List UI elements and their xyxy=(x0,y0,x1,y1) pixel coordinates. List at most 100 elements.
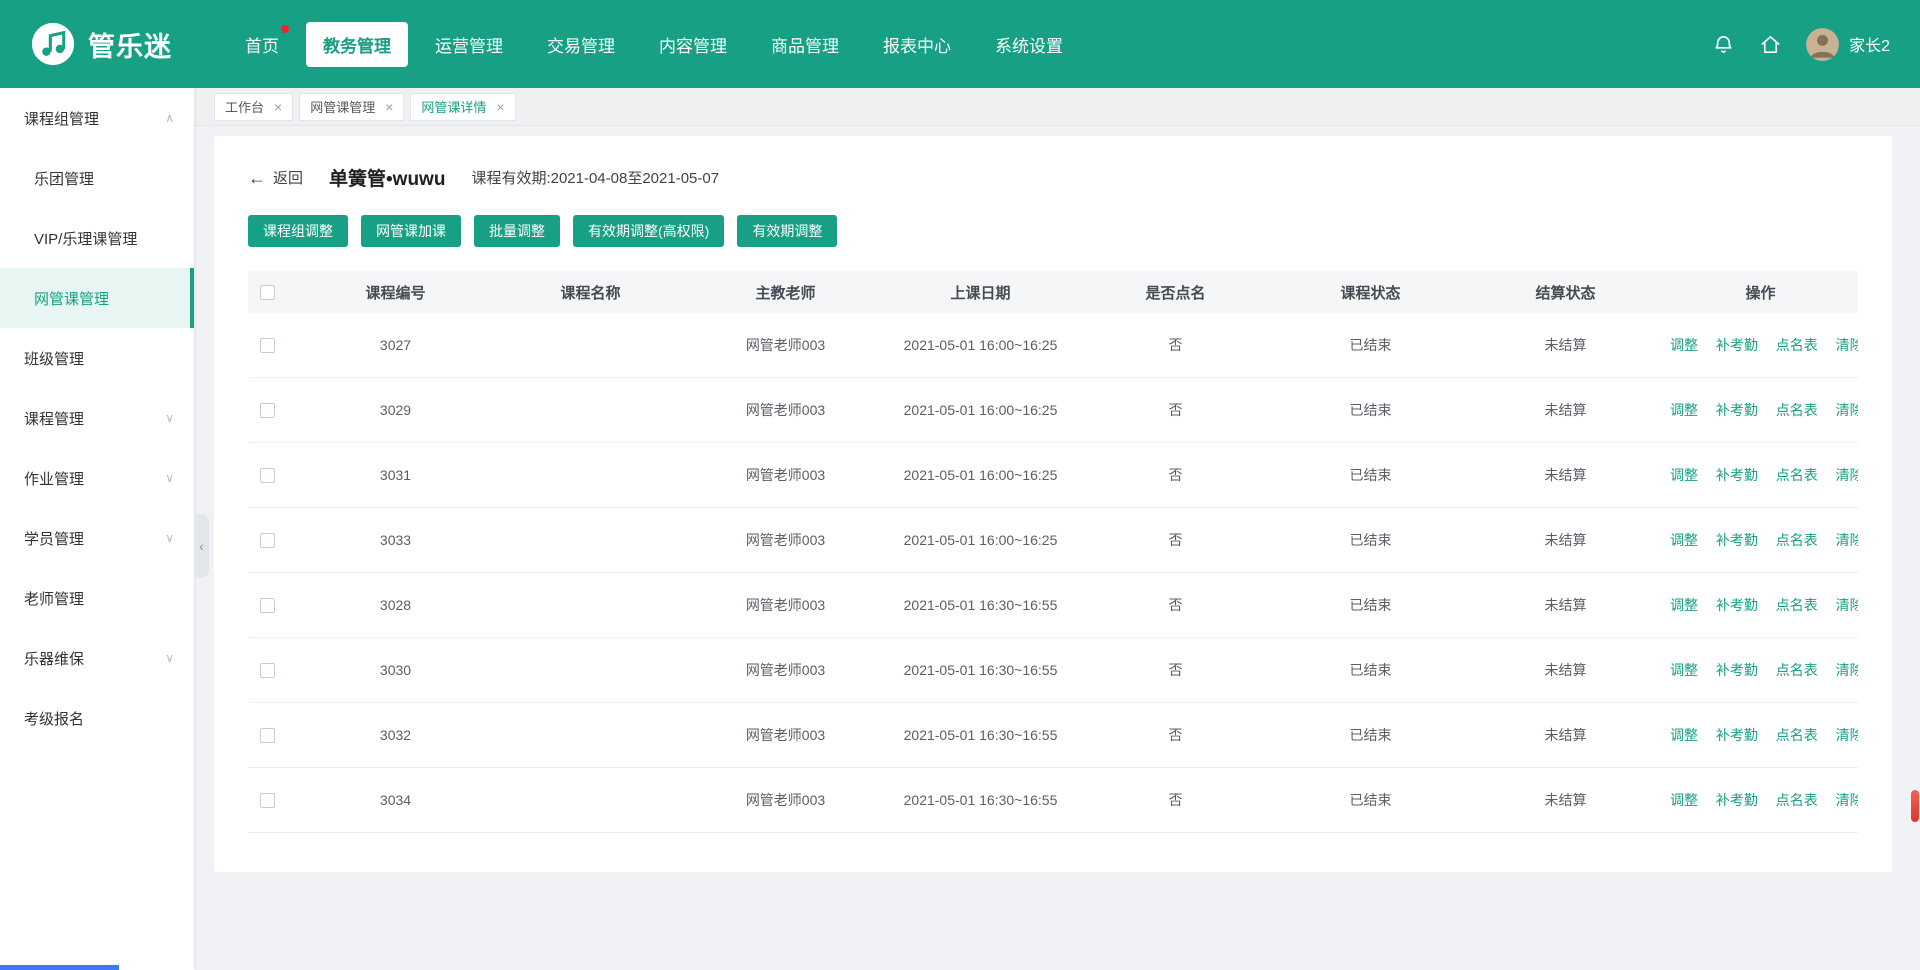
tab-workbench[interactable]: 工作台 × xyxy=(214,93,293,121)
sidebar-item-vip-theory-management[interactable]: VIP/乐理课管理 xyxy=(0,208,194,268)
adjust-link[interactable]: 调整 xyxy=(1670,465,1698,485)
sidebar-item-orchestra-management[interactable]: 乐团管理 xyxy=(0,148,194,208)
makeup-attendance-link[interactable]: 补考勤 xyxy=(1716,335,1758,355)
home-icon[interactable] xyxy=(1759,33,1782,56)
makeup-attendance-link[interactable]: 补考勤 xyxy=(1716,595,1758,615)
roll-call-sheet-link[interactable]: 点名表 xyxy=(1776,530,1818,550)
adjust-link[interactable]: 调整 xyxy=(1670,790,1698,810)
clear-attendance-link[interactable]: 清除考勤 xyxy=(1836,725,1858,745)
row-checkbox[interactable] xyxy=(260,598,275,613)
row-checkbox[interactable] xyxy=(260,338,275,353)
back-label: 返回 xyxy=(273,167,303,188)
validity-adjust-high-perm-button[interactable]: 有效期调整(高权限) xyxy=(573,215,724,247)
nav-item-operations-management[interactable]: 运营管理 xyxy=(418,22,520,67)
chevron-down-icon: ∨ xyxy=(165,471,174,485)
sidebar-item-student-management[interactable]: 学员管理 ∨ xyxy=(0,508,194,568)
horizontal-scrollbar-thumb[interactable] xyxy=(0,965,119,970)
clear-attendance-link[interactable]: 清除考勤 xyxy=(1836,400,1858,420)
makeup-attendance-link[interactable]: 补考勤 xyxy=(1716,465,1758,485)
vertical-scrollbar-thumb[interactable] xyxy=(1911,790,1919,822)
sidebar-item-homework-management[interactable]: 作业管理 ∨ xyxy=(0,448,194,508)
row-checkbox[interactable] xyxy=(260,793,275,808)
course-id-cell: 3032 xyxy=(298,727,493,743)
roll-call-sheet-link[interactable]: 点名表 xyxy=(1776,400,1818,420)
actions-cell: 调整 补考勤 点名表 清除考勤 xyxy=(1663,335,1858,355)
sidebar-item-online-course-management[interactable]: 网管课管理 xyxy=(0,268,194,328)
sidebar-item-class-management[interactable]: 班级管理 xyxy=(0,328,194,388)
clear-attendance-link[interactable]: 清除考勤 xyxy=(1836,790,1858,810)
row-checkbox[interactable] xyxy=(260,663,275,678)
select-all-checkbox[interactable] xyxy=(260,285,275,300)
clear-attendance-link[interactable]: 清除考勤 xyxy=(1836,530,1858,550)
navbar-right: 家长2 xyxy=(1712,28,1890,61)
roll-call-sheet-link[interactable]: 点名表 xyxy=(1776,465,1818,485)
row-checkbox[interactable] xyxy=(260,403,275,418)
course-id-cell: 3033 xyxy=(298,532,493,548)
close-icon[interactable]: × xyxy=(496,99,504,115)
sidebar-item-instrument-maintenance[interactable]: 乐器维保 ∨ xyxy=(0,628,194,688)
roll-call-sheet-link[interactable]: 点名表 xyxy=(1776,725,1818,745)
user-menu[interactable]: 家长2 xyxy=(1806,28,1890,61)
sidebar-collapse-handle[interactable]: ‹ xyxy=(194,514,209,578)
batch-adjust-button[interactable]: 批量调整 xyxy=(474,215,560,247)
adjust-link[interactable]: 调整 xyxy=(1670,400,1698,420)
sidebar-item-course-management[interactable]: 课程管理 ∨ xyxy=(0,388,194,448)
tab-online-course-detail[interactable]: 网管课详情 × xyxy=(410,93,515,121)
teacher-cell: 网管老师003 xyxy=(688,725,883,745)
makeup-attendance-link[interactable]: 补考勤 xyxy=(1716,660,1758,680)
tab-online-course-management[interactable]: 网管课管理 × xyxy=(299,93,404,121)
roll-call-sheet-link[interactable]: 点名表 xyxy=(1776,790,1818,810)
col-header-settlement: 结算状态 xyxy=(1468,282,1663,303)
sidebar-item-label: 老师管理 xyxy=(24,588,84,609)
makeup-attendance-link[interactable]: 补考勤 xyxy=(1716,400,1758,420)
close-icon[interactable]: × xyxy=(274,99,282,115)
roll-call-cell: 否 xyxy=(1078,530,1273,550)
sidebar-item-label: 乐团管理 xyxy=(34,168,94,189)
notification-dot xyxy=(281,25,289,33)
adjust-link[interactable]: 调整 xyxy=(1670,595,1698,615)
close-icon[interactable]: × xyxy=(385,99,393,115)
back-button[interactable]: ← 返回 xyxy=(248,167,303,188)
makeup-attendance-link[interactable]: 补考勤 xyxy=(1716,725,1758,745)
makeup-attendance-link[interactable]: 补考勤 xyxy=(1716,530,1758,550)
actions-cell: 调整 补考勤 点名表 清除考勤 xyxy=(1663,400,1858,420)
nav-item-product-management[interactable]: 商品管理 xyxy=(754,22,856,67)
nav-item-content-management[interactable]: 内容管理 xyxy=(642,22,744,67)
course-validity: 课程有效期:2021-04-08至2021-05-07 xyxy=(471,167,719,188)
col-header-date: 上课日期 xyxy=(883,282,1078,303)
row-checkbox[interactable] xyxy=(260,728,275,743)
adjust-link[interactable]: 调整 xyxy=(1670,725,1698,745)
row-checkbox[interactable] xyxy=(260,533,275,548)
sidebar-item-teacher-management[interactable]: 老师管理 xyxy=(0,568,194,628)
nav-item-report-center[interactable]: 报表中心 xyxy=(866,22,968,67)
row-checkbox[interactable] xyxy=(260,468,275,483)
status-cell: 已结束 xyxy=(1273,530,1468,550)
toolbar: 课程组调整 网管课加课 批量调整 有效期调整(高权限) 有效期调整 xyxy=(248,215,1858,247)
adjust-link[interactable]: 调整 xyxy=(1670,660,1698,680)
sidebar-item-exam-registration[interactable]: 考级报名 xyxy=(0,688,194,748)
clear-attendance-link[interactable]: 清除考勤 xyxy=(1836,660,1858,680)
add-online-course-button[interactable]: 网管课加课 xyxy=(361,215,461,247)
makeup-attendance-link[interactable]: 补考勤 xyxy=(1716,790,1758,810)
roll-call-sheet-link[interactable]: 点名表 xyxy=(1776,595,1818,615)
nav-item-home[interactable]: 首页 xyxy=(228,22,296,67)
clear-attendance-link[interactable]: 清除考勤 xyxy=(1836,335,1858,355)
roll-call-sheet-link[interactable]: 点名表 xyxy=(1776,335,1818,355)
col-header-course-name: 课程名称 xyxy=(493,282,688,303)
clear-attendance-link[interactable]: 清除考勤 xyxy=(1836,465,1858,485)
status-cell: 已结束 xyxy=(1273,400,1468,420)
validity-adjust-button[interactable]: 有效期调整 xyxy=(737,215,837,247)
course-group-adjust-button[interactable]: 课程组调整 xyxy=(248,215,348,247)
roll-call-sheet-link[interactable]: 点名表 xyxy=(1776,660,1818,680)
table-row: 3029 网管老师003 2021-05-01 16:00~16:25 否 已结… xyxy=(248,378,1858,443)
sidebar-group-course-group-management[interactable]: 课程组管理 ∧ xyxy=(0,88,194,148)
adjust-link[interactable]: 调整 xyxy=(1670,530,1698,550)
adjust-link[interactable]: 调整 xyxy=(1670,335,1698,355)
clear-attendance-link[interactable]: 清除考勤 xyxy=(1836,595,1858,615)
settlement-cell: 未结算 xyxy=(1468,530,1663,550)
nav-item-academic-management[interactable]: 教务管理 xyxy=(306,22,408,67)
bell-icon[interactable] xyxy=(1712,33,1735,56)
nav-item-transaction-management[interactable]: 交易管理 xyxy=(530,22,632,67)
course-id-cell: 3030 xyxy=(298,662,493,678)
nav-item-system-settings[interactable]: 系统设置 xyxy=(978,22,1080,67)
